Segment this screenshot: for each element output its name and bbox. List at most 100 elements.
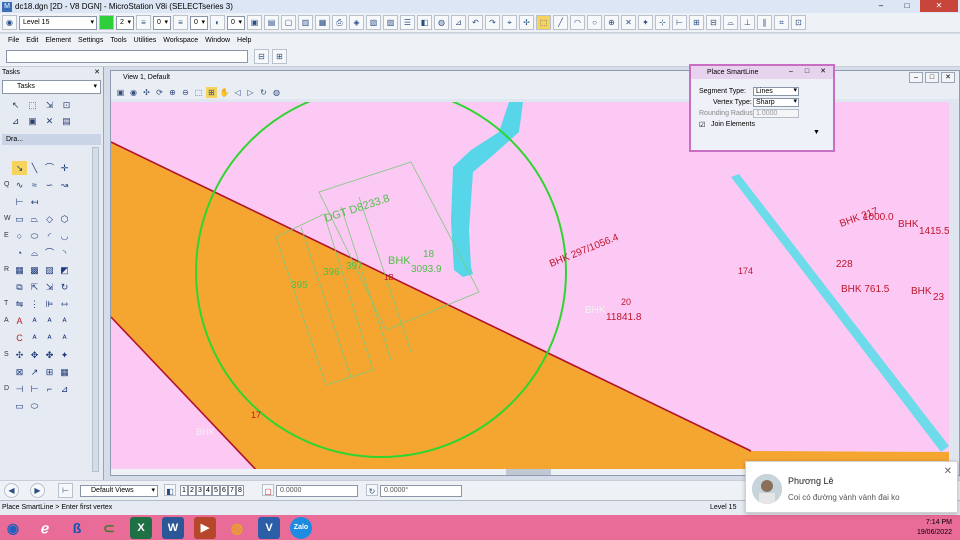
place-line-icon[interactable]: ╲ bbox=[27, 161, 42, 175]
place-point-icon[interactable]: ✛ bbox=[57, 161, 72, 175]
measure-tool-icon[interactable]: ⊿ bbox=[8, 114, 23, 128]
menu-utilities[interactable]: Utilities bbox=[134, 37, 157, 44]
scale-icon[interactable]: ⇲ bbox=[42, 280, 57, 294]
view-6-button[interactable]: 6 bbox=[220, 485, 228, 496]
midpoint-snap-icon[interactable]: ⊢ bbox=[672, 15, 687, 30]
menu-element[interactable]: Element bbox=[45, 37, 71, 44]
start-icon[interactable]: ◉ bbox=[2, 517, 24, 539]
view-2-button[interactable]: 2 bbox=[188, 485, 196, 496]
microstation-taskbar-icon[interactable]: V bbox=[258, 516, 280, 539]
undo-icon[interactable]: ↶ bbox=[468, 15, 483, 30]
view-display-icon[interactable]: ✣ bbox=[141, 87, 152, 98]
note-icon[interactable]: ᴬ bbox=[57, 331, 72, 345]
place-arc-icon[interactable]: ⌒ bbox=[42, 161, 57, 175]
dialog-expand-icon[interactable]: ▼ bbox=[813, 129, 820, 136]
arc-radius-icon[interactable]: ⌒ bbox=[42, 246, 57, 260]
group-icon[interactable]: ▤ bbox=[59, 114, 74, 128]
element-selection-icon[interactable]: ⬚ bbox=[536, 15, 551, 30]
active-angle-icon[interactable]: ▢ bbox=[262, 484, 274, 496]
extend-icon[interactable]: ⊣ bbox=[12, 382, 27, 396]
raster-icon[interactable]: ▧ bbox=[366, 15, 381, 30]
center-snap-icon[interactable]: ⊕ bbox=[604, 15, 619, 30]
pattern-icon[interactable]: ▦ bbox=[12, 263, 27, 277]
view-toggle-icon[interactable]: ◧ bbox=[164, 484, 176, 496]
menu-window[interactable]: Window bbox=[205, 37, 230, 44]
system-clock[interactable]: 7:14 PM 19/06/2022 bbox=[917, 518, 952, 538]
weight-combo[interactable]: 0 bbox=[190, 15, 208, 30]
array-icon[interactable]: ⋮ bbox=[27, 297, 42, 311]
accudraw-icon[interactable]: ⌖ bbox=[502, 15, 517, 30]
fit-view-icon[interactable]: ⊞ bbox=[206, 86, 217, 98]
chrome-icon[interactable]: ◍ bbox=[226, 517, 248, 539]
parallel-snap-icon[interactable]: ∥ bbox=[757, 15, 772, 30]
view-7-button[interactable]: 7 bbox=[228, 485, 236, 496]
menu-help[interactable]: Help bbox=[237, 37, 251, 44]
zalo-icon[interactable]: Zalo bbox=[290, 516, 312, 539]
stream-curve-icon[interactable]: ≈ bbox=[27, 178, 42, 192]
edit-text-icon[interactable]: ᴬ bbox=[27, 314, 42, 328]
dimension-radial-icon[interactable]: ✤ bbox=[42, 348, 57, 362]
drawing-canvas[interactable]: DGT D8233.8 BHK 18 3093.9 397 396 395 1B… bbox=[111, 102, 949, 475]
arc-tool-icon[interactable]: ◠ bbox=[570, 15, 585, 30]
open-file-icon[interactable]: ▥ bbox=[298, 15, 313, 30]
maximize-button[interactable]: □ bbox=[894, 0, 920, 12]
menu-edit[interactable]: Edit bbox=[26, 37, 38, 44]
half-ellipse-icon[interactable]: ◡ bbox=[57, 229, 72, 243]
snap-icon[interactable]: ✢ bbox=[519, 15, 534, 30]
menu-tools[interactable]: Tools bbox=[110, 37, 126, 44]
circle-icon[interactable]: ○ bbox=[12, 229, 27, 243]
new-file-icon[interactable]: ▢ bbox=[281, 15, 296, 30]
level-manager-icon[interactable]: ☰ bbox=[400, 15, 415, 30]
cell-icon[interactable]: ⊠ bbox=[12, 365, 27, 379]
spiral-icon[interactable]: ∽ bbox=[42, 178, 57, 192]
views-combo[interactable]: Default Views bbox=[80, 485, 158, 497]
ellipse-icon[interactable]: ⬭ bbox=[27, 229, 42, 243]
perp-snap-icon[interactable]: ⊥ bbox=[740, 15, 755, 30]
line-weight-icon[interactable]: ≡ bbox=[173, 15, 188, 30]
quarter-ellipse-icon[interactable]: ◔ bbox=[12, 246, 27, 260]
rotation-field[interactable]: 0.0000° bbox=[380, 485, 462, 497]
place-text-icon[interactable]: ▣ bbox=[25, 114, 40, 128]
trim-icon[interactable]: ⊢ bbox=[27, 382, 42, 396]
view-close-button[interactable]: ✕ bbox=[941, 72, 955, 83]
view-1-button[interactable]: 1 bbox=[180, 485, 188, 496]
tasks-combo[interactable]: Tasks bbox=[2, 80, 101, 94]
arc-icon[interactable]: ◜ bbox=[42, 229, 57, 243]
view-groups-icon[interactable]: ⊢ bbox=[58, 483, 73, 498]
bspline-icon[interactable]: ↝ bbox=[57, 178, 72, 192]
arc-angle-icon[interactable]: ◝ bbox=[57, 246, 72, 260]
transparency-combo[interactable]: 0 bbox=[227, 15, 245, 30]
modify-icon[interactable]: ⊡ bbox=[59, 98, 74, 112]
move-copy-icon[interactable]: ⇲ bbox=[42, 98, 57, 112]
drawing-section-header[interactable]: Dra... bbox=[2, 134, 101, 145]
redo-icon[interactable]: ↷ bbox=[485, 15, 500, 30]
line-style-icon[interactable]: ≡ bbox=[136, 15, 151, 30]
active-angle-field[interactable]: 0.0000 bbox=[276, 485, 358, 497]
move-icon[interactable]: ⇱ bbox=[27, 280, 42, 294]
hscroll-thumb[interactable] bbox=[506, 469, 551, 475]
through-point-icon[interactable]: ⌗ bbox=[774, 15, 789, 30]
place-cell-icon[interactable]: ↗ bbox=[27, 365, 42, 379]
save-icon[interactable]: ▦ bbox=[315, 15, 330, 30]
ie-icon[interactable]: ℯ bbox=[34, 517, 56, 539]
view-maximize-button[interactable]: □ bbox=[925, 72, 939, 83]
orthogonal-shape-icon[interactable]: ◇ bbox=[42, 212, 57, 226]
rotate-icon[interactable]: ↻ bbox=[57, 280, 72, 294]
dimension-linear-icon[interactable]: ✣ bbox=[12, 348, 27, 362]
mirror-icon[interactable]: ⇋ bbox=[12, 297, 27, 311]
menu-workspace[interactable]: Workspace bbox=[163, 37, 198, 44]
rounding-radius-field[interactable]: 1.0000 bbox=[753, 109, 799, 118]
rotation-icon[interactable]: ↻ bbox=[366, 484, 378, 496]
fence-icon[interactable]: ⬚ bbox=[25, 98, 40, 112]
notification-close-icon[interactable]: ✕ bbox=[944, 466, 952, 477]
dimension-ordinate-icon[interactable]: ✦ bbox=[57, 348, 72, 362]
word-icon[interactable]: W bbox=[162, 516, 184, 539]
keyin-history-icon[interactable]: ⊞ bbox=[272, 49, 287, 64]
level-display-icon[interactable]: ◧ bbox=[417, 15, 432, 30]
cell-selector-icon[interactable]: ▦ bbox=[57, 365, 72, 379]
circle-tool-icon[interactable]: ○ bbox=[587, 15, 602, 30]
pan-icon[interactable]: ✋ bbox=[219, 87, 230, 98]
view-8-button[interactable]: 8 bbox=[236, 485, 244, 496]
view-3-button[interactable]: 3 bbox=[196, 485, 204, 496]
excel-icon[interactable]: X bbox=[130, 516, 152, 539]
